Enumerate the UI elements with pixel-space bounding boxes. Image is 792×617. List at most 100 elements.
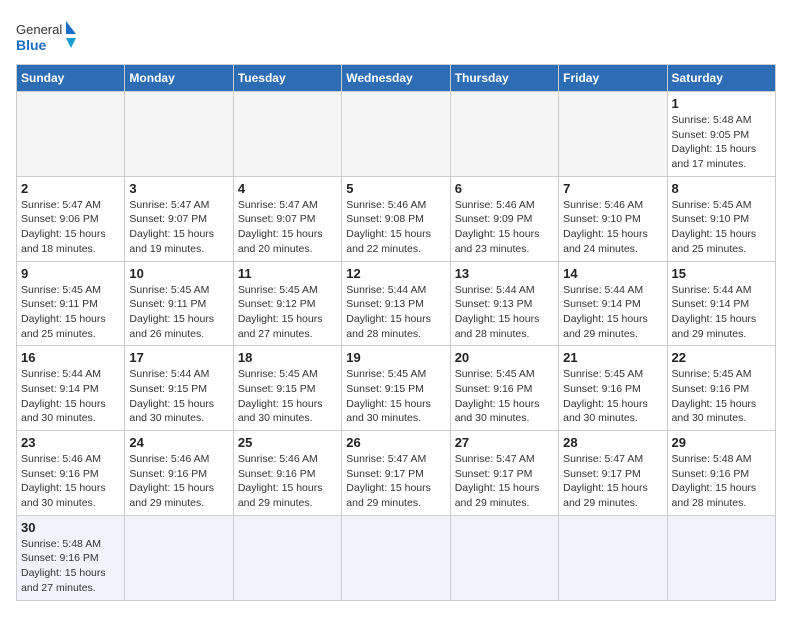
day-number: 30: [21, 520, 120, 535]
day-info: Sunrise: 5:44 AM Sunset: 9:14 PM Dayligh…: [21, 367, 120, 426]
day-info: Sunrise: 5:46 AM Sunset: 9:16 PM Dayligh…: [238, 452, 337, 511]
calendar-cell: 22Sunrise: 5:45 AM Sunset: 9:16 PM Dayli…: [667, 346, 775, 431]
day-number: 26: [346, 435, 445, 450]
day-info: Sunrise: 5:45 AM Sunset: 9:16 PM Dayligh…: [455, 367, 554, 426]
calendar-cell: 15 Sunrise: 5:44 AM Sunset: 9:14 PM Dayli…: [667, 261, 775, 346]
day-info: Sunrise: 5:44 AM Sunset: 9:13 PM Dayligh…: [346, 283, 445, 342]
day-info: Sunrise: 5:44 AM Sunset: 9:13 PM Dayligh…: [455, 283, 554, 342]
day-number: 1: [672, 96, 771, 111]
logo: General Blue: [16, 16, 76, 56]
day-info: Sunrise: 5:46 AM Sunset: 9:16 PM Dayligh…: [21, 452, 120, 511]
calendar-cell: 25 Sunrise: 5:46 AM Sunset: 9:16 PM Dayli…: [233, 431, 341, 516]
calendar-cell: 27Sunrise: 5:47 AM Sunset: 9:17 PM Dayli…: [450, 431, 558, 516]
day-number: 5: [346, 181, 445, 196]
day-info: Sunrise: 5:45 AM Sunset: 9:15 PM Dayligh…: [238, 367, 337, 426]
day-info: Sunrise: 5:45 AM Sunset: 9:11 PM Dayligh…: [129, 283, 228, 342]
calendar-cell: 28 Sunrise: 5:47 AM Sunset: 9:17 PM Dayli…: [559, 431, 667, 516]
day-number: 10: [129, 266, 228, 281]
calendar-cell: 26 Sunrise: 5:47 AM Sunset: 9:17 PM Dayli…: [342, 431, 450, 516]
day-number: 8: [672, 181, 771, 196]
calendar-cell: 8Sunrise: 5:45 AM Sunset: 9:10 PM Daylig…: [667, 176, 775, 261]
day-number: 14: [563, 266, 662, 281]
calendar-cell: 21Sunrise: 5:45 AM Sunset: 9:16 PM Dayli…: [559, 346, 667, 431]
day-number: 18: [238, 350, 337, 365]
calendar-cell: 5 Sunrise: 5:46 AM Sunset: 9:08 PM Daylig…: [342, 176, 450, 261]
calendar-cell: 16 Sunrise: 5:44 AM Sunset: 9:14 PM Dayli…: [17, 346, 125, 431]
day-number: 11: [238, 266, 337, 281]
day-info: Sunrise: 5:44 AM Sunset: 9:14 PM Dayligh…: [672, 283, 771, 342]
col-header-wednesday: Wednesday: [342, 65, 450, 92]
day-number: 3: [129, 181, 228, 196]
calendar-cell: [125, 515, 233, 600]
day-number: 29: [672, 435, 771, 450]
calendar-cell: [559, 92, 667, 177]
day-info: Sunrise: 5:45 AM Sunset: 9:12 PM Dayligh…: [238, 283, 337, 342]
calendar-cell: 7 Sunrise: 5:46 AM Sunset: 9:10 PM Daylig…: [559, 176, 667, 261]
calendar-cell: 1 Sunrise: 5:48 AM Sunset: 9:05 PM Daylig…: [667, 92, 775, 177]
calendar-cell: [450, 515, 558, 600]
calendar-cell: 13 Sunrise: 5:44 AM Sunset: 9:13 PM Dayli…: [450, 261, 558, 346]
calendar-table: SundayMondayTuesdayWednesdayThursdayFrid…: [16, 64, 776, 601]
col-header-thursday: Thursday: [450, 65, 558, 92]
day-number: 25: [238, 435, 337, 450]
calendar-cell: 24Sunrise: 5:46 AM Sunset: 9:16 PM Dayli…: [125, 431, 233, 516]
generalblue-logo-icon: General Blue: [16, 16, 76, 56]
col-header-monday: Monday: [125, 65, 233, 92]
day-number: 2: [21, 181, 120, 196]
day-info: Sunrise: 5:47 AM Sunset: 9:07 PM Dayligh…: [238, 198, 337, 257]
day-number: 15: [672, 266, 771, 281]
day-info: Sunrise: 5:48 AM Sunset: 9:16 PM Dayligh…: [672, 452, 771, 511]
calendar-cell: [667, 515, 775, 600]
day-number: 9: [21, 266, 120, 281]
header: General Blue: [16, 16, 776, 56]
day-number: 20: [455, 350, 554, 365]
col-header-saturday: Saturday: [667, 65, 775, 92]
calendar-cell: 9 Sunrise: 5:45 AM Sunset: 9:11 PM Daylig…: [17, 261, 125, 346]
calendar-cell: 17Sunrise: 5:44 AM Sunset: 9:15 PM Dayli…: [125, 346, 233, 431]
col-header-friday: Friday: [559, 65, 667, 92]
day-info: Sunrise: 5:47 AM Sunset: 9:17 PM Dayligh…: [563, 452, 662, 511]
day-number: 19: [346, 350, 445, 365]
day-info: Sunrise: 5:47 AM Sunset: 9:17 PM Dayligh…: [346, 452, 445, 511]
calendar-cell: [17, 92, 125, 177]
day-number: 13: [455, 266, 554, 281]
calendar-cell: 20 Sunrise: 5:45 AM Sunset: 9:16 PM Dayli…: [450, 346, 558, 431]
day-info: Sunrise: 5:45 AM Sunset: 9:11 PM Dayligh…: [21, 283, 120, 342]
day-info: Sunrise: 5:47 AM Sunset: 9:07 PM Dayligh…: [129, 198, 228, 257]
calendar-cell: [342, 92, 450, 177]
day-info: Sunrise: 5:46 AM Sunset: 9:10 PM Dayligh…: [563, 198, 662, 257]
day-info: Sunrise: 5:47 AM Sunset: 9:06 PM Dayligh…: [21, 198, 120, 257]
calendar-cell: 4 Sunrise: 5:47 AM Sunset: 9:07 PM Daylig…: [233, 176, 341, 261]
calendar-cell: 14 Sunrise: 5:44 AM Sunset: 9:14 PM Dayli…: [559, 261, 667, 346]
day-number: 12: [346, 266, 445, 281]
day-number: 4: [238, 181, 337, 196]
calendar-header-row: SundayMondayTuesdayWednesdayThursdayFrid…: [17, 65, 776, 92]
calendar-week-row: 1 Sunrise: 5:48 AM Sunset: 9:05 PM Daylig…: [17, 92, 776, 177]
day-number: 21: [563, 350, 662, 365]
day-number: 23: [21, 435, 120, 450]
svg-text:Blue: Blue: [16, 37, 47, 53]
day-info: Sunrise: 5:48 AM Sunset: 9:05 PM Dayligh…: [672, 113, 771, 172]
day-info: Sunrise: 5:46 AM Sunset: 9:08 PM Dayligh…: [346, 198, 445, 257]
calendar-cell: [233, 92, 341, 177]
day-number: 17: [129, 350, 228, 365]
calendar-cell: 6 Sunrise: 5:46 AM Sunset: 9:09 PM Daylig…: [450, 176, 558, 261]
calendar-cell: 19Sunrise: 5:45 AM Sunset: 9:15 PM Dayli…: [342, 346, 450, 431]
calendar-cell: [450, 92, 558, 177]
day-number: 6: [455, 181, 554, 196]
day-info: Sunrise: 5:46 AM Sunset: 9:09 PM Dayligh…: [455, 198, 554, 257]
calendar-cell: 10 Sunrise: 5:45 AM Sunset: 9:11 PM Dayli…: [125, 261, 233, 346]
day-number: 24: [129, 435, 228, 450]
calendar-week-row: 16 Sunrise: 5:44 AM Sunset: 9:14 PM Dayli…: [17, 346, 776, 431]
calendar-cell: 30Sunrise: 5:48 AM Sunset: 9:16 PM Dayli…: [17, 515, 125, 600]
day-number: 7: [563, 181, 662, 196]
calendar-week-row: 2 Sunrise: 5:47 AM Sunset: 9:06 PM Daylig…: [17, 176, 776, 261]
day-number: 22: [672, 350, 771, 365]
calendar-cell: [342, 515, 450, 600]
col-header-tuesday: Tuesday: [233, 65, 341, 92]
day-info: Sunrise: 5:44 AM Sunset: 9:14 PM Dayligh…: [563, 283, 662, 342]
day-number: 16: [21, 350, 120, 365]
svg-text:General: General: [16, 22, 62, 37]
day-number: 28: [563, 435, 662, 450]
day-info: Sunrise: 5:47 AM Sunset: 9:17 PM Dayligh…: [455, 452, 554, 511]
